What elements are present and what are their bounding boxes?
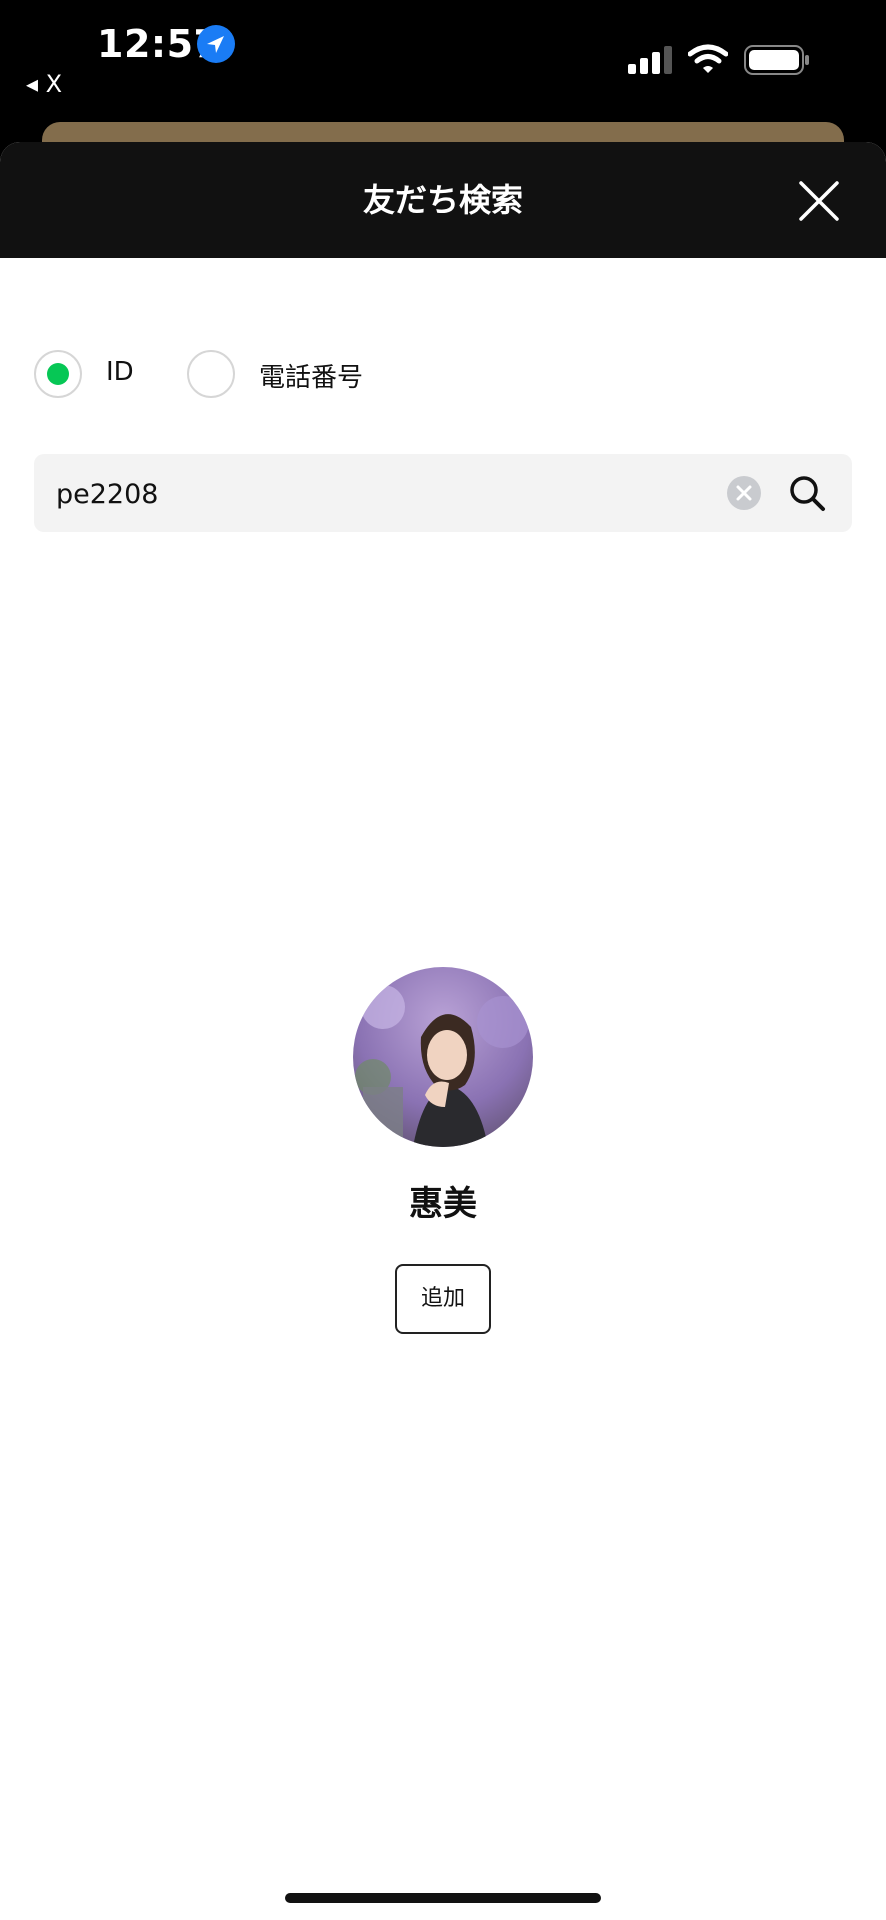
radio-id[interactable] [34, 350, 82, 398]
avatar [353, 967, 533, 1147]
search-type-group: ID 電話番号 [34, 350, 434, 402]
close-button[interactable] [796, 178, 842, 224]
home-indicator [285, 1893, 601, 1903]
search-bar [34, 454, 852, 532]
status-bar: 12:57 ◂ X [0, 0, 886, 120]
wifi-icon [688, 44, 728, 73]
radio-phone[interactable] [187, 350, 235, 398]
location-arrow-icon [197, 25, 235, 63]
clear-icon [736, 485, 752, 501]
search-icon [790, 476, 825, 511]
profile-photo [353, 967, 533, 1147]
radio-id-label[interactable]: ID [106, 357, 134, 387]
signal-icon [628, 46, 672, 74]
back-to-app-link[interactable]: ◂ X [26, 70, 62, 98]
add-friend-button[interactable]: 追加 [395, 1264, 491, 1334]
close-icon [799, 181, 839, 221]
radio-selected-dot [47, 363, 69, 385]
search-button[interactable] [786, 472, 828, 514]
clear-button[interactable] [727, 476, 761, 510]
search-input[interactable] [54, 466, 738, 522]
battery-icon [744, 45, 809, 75]
radio-phone-label[interactable]: 電話番号 [259, 357, 363, 394]
page-title: 友だち検索 [362, 181, 523, 219]
result-name: 惠美 [409, 1184, 477, 1224]
friend-search-sheet: 友だち検索 ID 電話番号 pe2208 惠美 追加 [0, 142, 886, 1920]
sheet-header: 友だち検索 [0, 142, 886, 258]
